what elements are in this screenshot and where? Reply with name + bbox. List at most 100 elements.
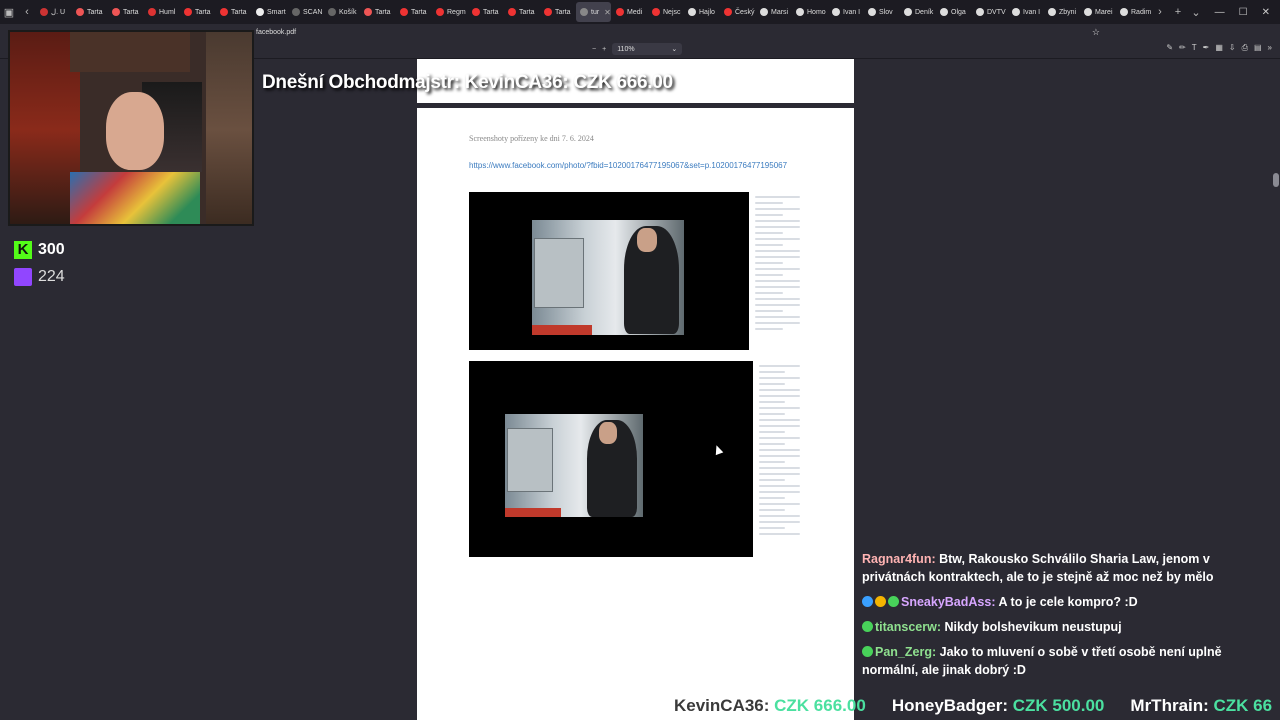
scroll-tabs-right-icon[interactable]: › xyxy=(1151,0,1169,24)
chat-text: A to je cele kompro? :D xyxy=(995,595,1138,609)
tab-label: Marei xyxy=(1095,8,1113,16)
print-icon[interactable]: ⎙ xyxy=(1242,43,1248,53)
kick-viewers: K 300 xyxy=(14,236,65,263)
zoom-select[interactable]: 110% ⌄ xyxy=(612,43,683,55)
tab-favicon-icon xyxy=(148,8,156,16)
tab-strip: ▣ ‹ ل. U Tarta Tarta Huml Tarta Tarta Smart SCA… xyxy=(0,0,1280,24)
tab-label: Regm xyxy=(447,8,466,16)
browser-tab[interactable]: Tarta xyxy=(540,2,575,22)
browser-tab[interactable]: Deník xyxy=(900,2,935,22)
browser-tab[interactable]: Tarta xyxy=(216,2,251,22)
maximize-icon[interactable]: ☐ xyxy=(1239,7,1248,18)
chat-messages: Ragnar4fun: Btw, Rakousko Schválilo Shar… xyxy=(856,550,1280,679)
browser-tab[interactable]: Hajlo xyxy=(684,2,719,22)
chat-badge-icon xyxy=(862,621,873,632)
browser-tab[interactable]: Radim xyxy=(1116,2,1151,22)
browser-tab[interactable]: Tarta xyxy=(468,2,503,22)
image-icon[interactable]: ▦ xyxy=(1215,43,1223,53)
browser-tab[interactable]: SCAN xyxy=(288,2,323,22)
facebook-screenshot-2 xyxy=(469,361,753,557)
browser-tab[interactable]: Tarta xyxy=(72,2,107,22)
facebook-comments-2 xyxy=(753,361,804,557)
browser-tab[interactable]: tur ✕ xyxy=(576,2,611,22)
tab-label: Tarta xyxy=(123,8,139,16)
browser-tab[interactable]: Tarta xyxy=(360,2,395,22)
window-controls: — ☐ ✕ xyxy=(1215,0,1270,24)
tab-favicon-icon xyxy=(688,8,696,16)
scroll-tabs-left-icon[interactable]: ‹ xyxy=(18,0,36,24)
close-tab-icon[interactable]: ✕ xyxy=(604,8,611,17)
new-tab-icon[interactable]: + xyxy=(1169,0,1187,24)
zoom-in-icon[interactable]: + xyxy=(602,46,606,53)
gas-station-photo-2 xyxy=(505,414,643,517)
bookmark-star-icon[interactable]: ☆ xyxy=(1092,27,1100,38)
browser-tab[interactable]: ل. U xyxy=(36,2,71,22)
tab-label: Homo xyxy=(807,8,826,16)
browser-tab[interactable]: Regm xyxy=(432,2,467,22)
browser-tab[interactable]: Tarta xyxy=(396,2,431,22)
facebook-link[interactable]: https://www.facebook.com/photo/?fbid=102… xyxy=(469,160,804,171)
tab-favicon-icon xyxy=(400,8,408,16)
facebook-screenshot-1 xyxy=(469,192,749,350)
pdf-tool-buttons: ✎ ✏ T ✒ ▦ ⇩ ⎙ ▤ » xyxy=(1166,43,1272,53)
tab-list-dropdown-icon[interactable]: ⌄ xyxy=(1187,0,1205,24)
scrollbar-thumb[interactable] xyxy=(1273,173,1279,187)
browser-tab[interactable]: Medi xyxy=(612,2,647,22)
browser-tab[interactable]: Tarta xyxy=(108,2,143,22)
zoom-out-icon[interactable]: − xyxy=(592,46,596,53)
pdf-page-2: Screenshoty pořízeny ke dni 7. 6. 2024 h… xyxy=(417,108,854,720)
tab-favicon-icon xyxy=(436,8,444,16)
tab-list: ل. U Tarta Tarta Huml Tarta Tarta Smart SCAN Koš… xyxy=(36,2,1151,22)
twitch-icon xyxy=(14,267,32,286)
tab-favicon-icon xyxy=(796,8,804,16)
fuel-pump xyxy=(507,428,553,492)
chat-message: Ragnar4fun: Btw, Rakousko Schválilo Shar… xyxy=(862,550,1274,586)
browser-tab[interactable]: Český xyxy=(720,2,755,22)
tab-favicon-icon xyxy=(184,8,192,16)
donation-amount: CZK 666.00 xyxy=(774,696,866,715)
pen-icon[interactable]: ✒ xyxy=(1203,43,1210,53)
kick-icon: K xyxy=(14,240,32,259)
browser-tab[interactable]: Nejsc xyxy=(648,2,683,22)
browser-tab[interactable]: Slov xyxy=(864,2,899,22)
browser-tab[interactable]: Ivan I xyxy=(828,2,863,22)
browser-tab[interactable]: Huml xyxy=(144,2,179,22)
tab-label: Tarta xyxy=(519,8,535,16)
browser-tab[interactable]: Olga xyxy=(936,2,971,22)
tab-favicon-icon xyxy=(940,8,948,16)
browser-tab[interactable]: Marei xyxy=(1080,2,1115,22)
donor-name: KevinCA36: xyxy=(674,696,775,715)
tab-label: Tarta xyxy=(231,8,247,16)
browser-tab[interactable]: Tarta xyxy=(180,2,215,22)
chat-badge-icon xyxy=(862,646,873,657)
browser-tab[interactable]: Homo xyxy=(792,2,827,22)
facebook-comments-1 xyxy=(749,192,804,350)
more-tools-icon[interactable]: » xyxy=(1268,43,1272,53)
man-face xyxy=(637,228,657,252)
chat-username: SneakyBadAss: xyxy=(901,595,996,609)
tab-favicon-icon xyxy=(652,8,660,16)
close-window-icon[interactable]: ✕ xyxy=(1262,7,1270,18)
download-icon[interactable]: ⇩ xyxy=(1229,43,1236,53)
tab-overview-icon[interactable]: ▣ xyxy=(0,0,18,24)
browser-tab[interactable]: Tarta xyxy=(504,2,539,22)
browser-tab[interactable]: DVTV xyxy=(972,2,1007,22)
tab-label: Zbyni xyxy=(1059,8,1077,16)
browser-tab[interactable]: Košík xyxy=(324,2,359,22)
browser-tab[interactable]: Smart xyxy=(252,2,287,22)
minimize-icon[interactable]: — xyxy=(1215,7,1225,18)
browser-tab[interactable]: Marsi xyxy=(756,2,791,22)
browser-tab[interactable]: Ivan I xyxy=(1008,2,1043,22)
tab-label: Košík xyxy=(339,8,357,16)
pdf-file-name: facebook.pdf xyxy=(256,28,297,36)
gas-station-photo-1 xyxy=(532,220,684,335)
donation-item: KevinCA36: CZK 666.00 xyxy=(674,696,866,715)
save-icon[interactable]: ▤ xyxy=(1254,43,1262,53)
highlight-icon[interactable]: ✎ xyxy=(1166,43,1173,53)
text-icon[interactable]: T xyxy=(1192,43,1197,53)
draw-icon[interactable]: ✏ xyxy=(1179,43,1186,53)
fuel-pump xyxy=(534,238,584,308)
browser-tab[interactable]: Zbyni xyxy=(1044,2,1079,22)
twitch-viewers: 224 xyxy=(14,263,65,290)
tab-label: Hajlo xyxy=(699,8,715,16)
